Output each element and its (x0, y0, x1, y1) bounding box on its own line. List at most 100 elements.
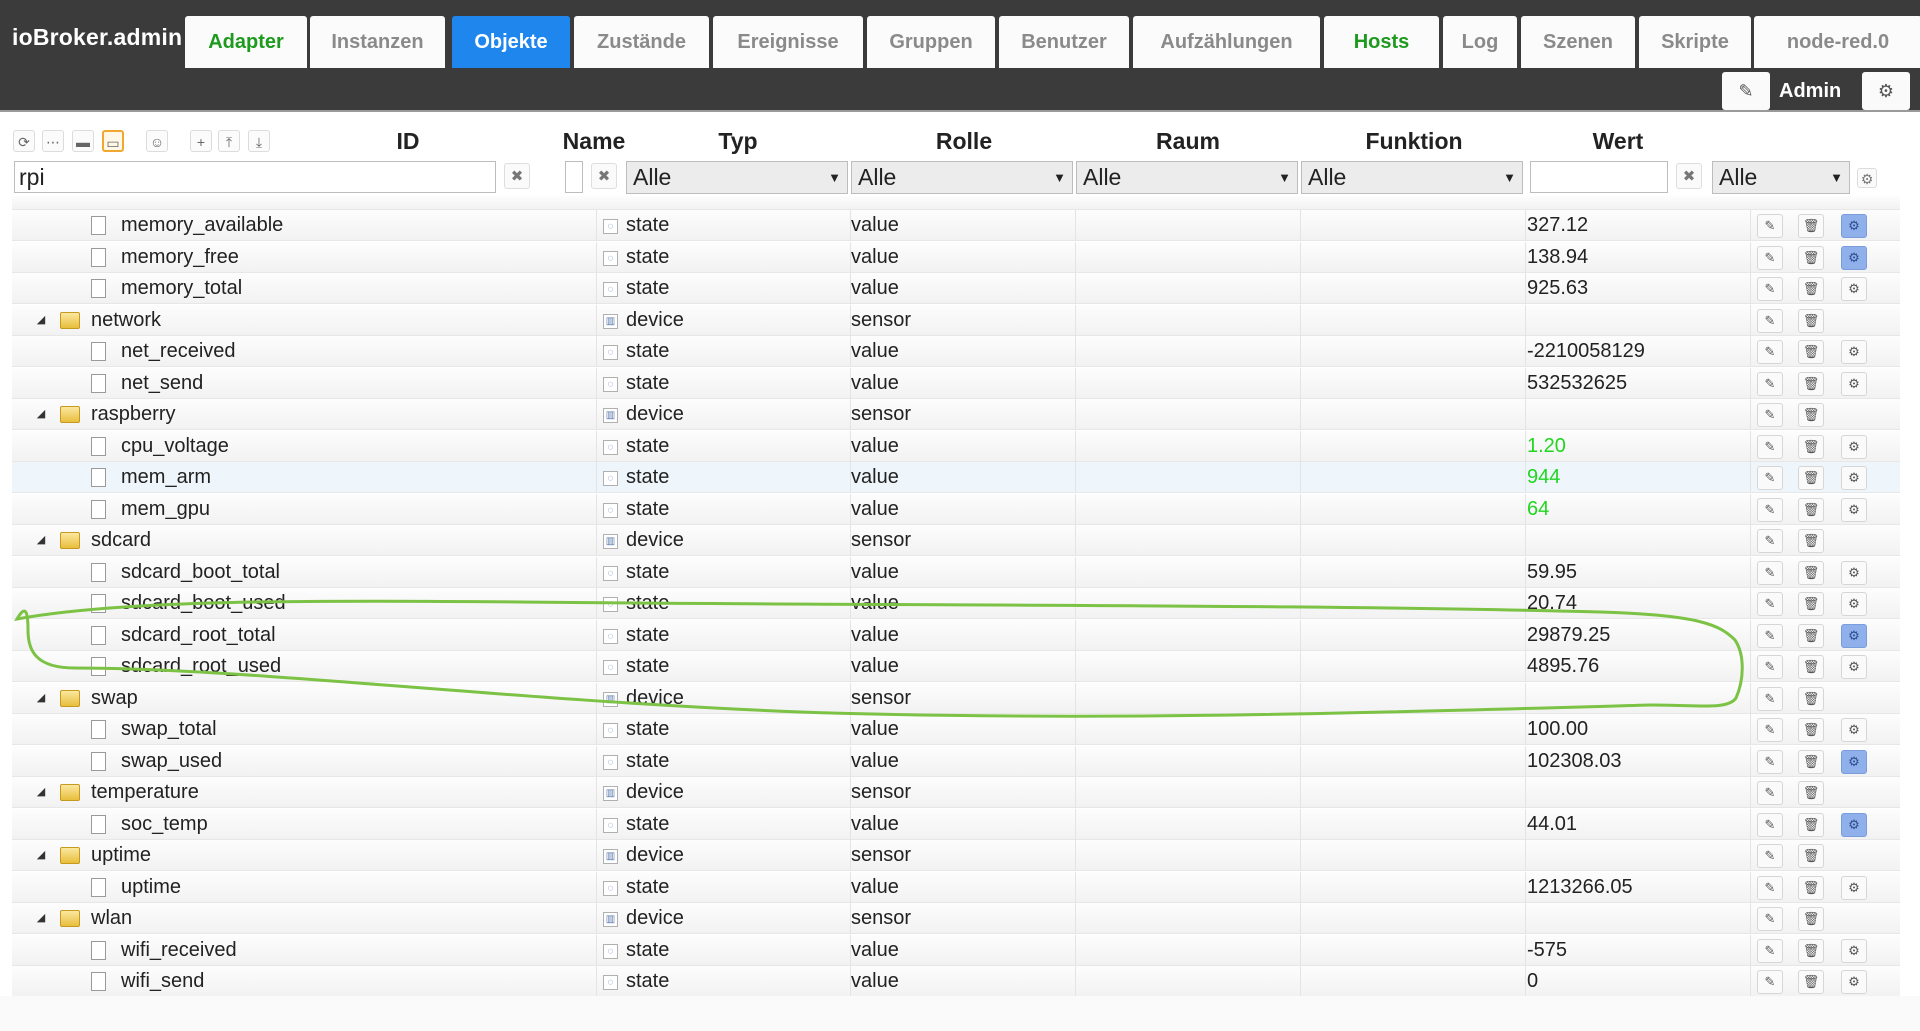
name-filter-input[interactable] (565, 161, 583, 193)
column-header-type[interactable]: Typ (700, 128, 776, 155)
edit-button[interactable]: ✎ (1757, 403, 1783, 427)
object-value[interactable]: 4895.76 (1527, 651, 1599, 682)
tab-aufz-hlungen[interactable]: Aufzählungen (1133, 16, 1320, 68)
instance-settings-button[interactable]: ⚙ (1841, 372, 1867, 396)
tree-state-row[interactable]: mem_gpu ◌ state value 64 ✎ 🗑 ⚙ (12, 494, 1900, 525)
tab-node-red-0[interactable]: node-red.0 (1754, 16, 1920, 68)
collapse-triangle-icon[interactable]: ◢ (34, 399, 48, 430)
instance-settings-button[interactable]: ⚙ (1841, 277, 1867, 301)
tree-state-row[interactable]: wifi_send ◌ state value 0 ✎ 🗑 ⚙ (12, 966, 1900, 997)
delete-button[interactable]: 🗑 (1798, 687, 1824, 711)
edit-button[interactable]: ✎ (1757, 907, 1783, 931)
instance-settings-button[interactable]: ⚙ (1841, 340, 1867, 364)
tree-state-row[interactable]: sdcard_boot_total ◌ state value 59.95 ✎ 🗑 ⚙ (12, 557, 1900, 588)
column-header-value[interactable]: Wert (1588, 128, 1648, 155)
instance-settings-button[interactable]: ⚙ (1841, 970, 1867, 994)
edit-button[interactable]: ✎ (1757, 844, 1783, 868)
tree-state-row[interactable]: sdcard_root_used ◌ state value 4895.76 ✎ 🗑 ⚙ (12, 651, 1900, 682)
tab-log[interactable]: Log (1443, 16, 1517, 68)
collapse-triangle-icon[interactable]: ◢ (34, 903, 48, 934)
column-header-role[interactable]: Rolle (924, 128, 1004, 155)
instance-settings-button[interactable]: ⚙ (1841, 498, 1867, 522)
edit-button[interactable]: ✎ (1757, 435, 1783, 459)
edit-button[interactable]: ✎ (1757, 718, 1783, 742)
object-value[interactable]: 0 (1527, 966, 1538, 997)
edit-button[interactable]: ✎ (1757, 309, 1783, 333)
edit-button[interactable]: ✎ (1757, 340, 1783, 364)
edit-button[interactable]: ✎ (1757, 655, 1783, 679)
delete-button[interactable]: 🗑 (1798, 309, 1824, 333)
tab-adapter[interactable]: Adapter (185, 16, 307, 68)
object-value[interactable]: 20.74 (1527, 588, 1577, 619)
object-value[interactable]: 64 (1527, 494, 1549, 525)
id-filter-input[interactable] (14, 161, 496, 193)
delete-button[interactable]: 🗑 (1798, 813, 1824, 837)
object-value[interactable]: 327.12 (1527, 210, 1588, 241)
edit-button[interactable]: ✎ (1757, 750, 1783, 774)
role-filter-select[interactable]: Alle ▼ (851, 161, 1073, 194)
tab-hosts[interactable]: Hosts (1324, 16, 1439, 68)
object-value[interactable]: -2210058129 (1527, 336, 1645, 367)
column-header-room[interactable]: Raum (1150, 128, 1226, 155)
edit-button[interactable]: ✎ (1757, 687, 1783, 711)
tab-objekte[interactable]: Objekte (452, 16, 570, 68)
delete-button[interactable]: 🗑 (1798, 498, 1824, 522)
tree-folder-row[interactable]: ◢ network ▥ device sensor ✎ 🗑 (12, 305, 1900, 336)
object-value[interactable]: 944 (1527, 462, 1560, 493)
tree-state-row[interactable]: memory_free ◌ state value 138.94 ✎ 🗑 ⚙ (12, 242, 1900, 273)
tab-ereignisse[interactable]: Ereignisse (713, 16, 863, 68)
list-view-icon[interactable]: ⋯ (42, 130, 64, 152)
tree-state-row[interactable]: memory_total ◌ state value 925.63 ✎ 🗑 ⚙ (12, 273, 1900, 304)
tree-folder-row[interactable]: ◢ raspberry ▥ device sensor ✎ 🗑 (12, 399, 1900, 430)
settings-button[interactable]: ⚙ (1862, 72, 1910, 110)
delete-button[interactable]: 🗑 (1798, 750, 1824, 774)
edit-user-button[interactable]: ✎ (1722, 72, 1770, 110)
instance-settings-button[interactable]: ⚙ (1841, 813, 1867, 837)
function-filter-select[interactable]: Alle ▼ (1301, 161, 1523, 194)
tab-gruppen[interactable]: Gruppen (867, 16, 995, 68)
tree-folder-row[interactable]: ◢ wlan ▥ device sensor ✎ 🗑 (12, 903, 1900, 934)
tree-state-row[interactable]: mem_arm ◌ state value 944 ✎ 🗑 ⚙ (12, 462, 1900, 493)
edit-button[interactable]: ✎ (1757, 813, 1783, 837)
column-header-name[interactable]: Name (556, 128, 632, 155)
tree-state-row[interactable]: net_send ◌ state value 532532625 ✎ 🗑 ⚙ (12, 368, 1900, 399)
delete-button[interactable]: 🗑 (1798, 844, 1824, 868)
edit-button[interactable]: ✎ (1757, 246, 1783, 270)
tree-folder-row[interactable]: ◢ uptime ▥ device sensor ✎ 🗑 (12, 840, 1900, 871)
tab-skripte[interactable]: Skripte (1639, 16, 1751, 68)
delete-button[interactable]: 🗑 (1798, 592, 1824, 616)
instance-settings-button[interactable]: ⚙ (1841, 750, 1867, 774)
instance-settings-button[interactable]: ⚙ (1841, 939, 1867, 963)
value-filter-input[interactable] (1530, 161, 1668, 193)
delete-button[interactable]: 🗑 (1798, 624, 1824, 648)
delete-button[interactable]: 🗑 (1798, 340, 1824, 364)
delete-button[interactable]: 🗑 (1798, 372, 1824, 396)
collapse-triangle-icon[interactable]: ◢ (34, 683, 48, 714)
edit-button[interactable]: ✎ (1757, 277, 1783, 301)
instance-settings-button[interactable]: ⚙ (1841, 624, 1867, 648)
object-value[interactable]: 100.00 (1527, 714, 1588, 745)
delete-button[interactable]: 🗑 (1798, 214, 1824, 238)
edit-button[interactable]: ✎ (1757, 970, 1783, 994)
delete-button[interactable]: 🗑 (1798, 876, 1824, 900)
collapse-triangle-icon[interactable]: ◢ (34, 525, 48, 556)
edit-button[interactable]: ✎ (1757, 466, 1783, 490)
tab-benutzer[interactable]: Benutzer (999, 16, 1129, 68)
delete-button[interactable]: 🗑 (1798, 718, 1824, 742)
tree-state-row[interactable]: memory_available ◌ state value 327.12 ✎ 🗑 ⚙ (12, 210, 1900, 241)
instance-settings-button[interactable]: ⚙ (1841, 435, 1867, 459)
object-value[interactable]: 925.63 (1527, 273, 1588, 304)
tree-state-row[interactable]: soc_temp ◌ state value 44.01 ✎ 🗑 ⚙ (12, 809, 1900, 840)
edit-button[interactable]: ✎ (1757, 529, 1783, 553)
type-filter-select[interactable]: Alle ▼ (626, 161, 848, 194)
clear-name-filter-button[interactable]: ✖ (591, 163, 617, 189)
tab-szenen[interactable]: Szenen (1521, 16, 1635, 68)
instance-settings-button[interactable]: ⚙ (1841, 876, 1867, 900)
tree-folder-row[interactable]: ◢ temperature ▥ device sensor ✎ 🗑 (12, 777, 1900, 808)
column-header-function[interactable]: Funktion (1360, 128, 1468, 155)
clear-id-filter-button[interactable]: ✖ (504, 163, 530, 189)
delete-button[interactable]: 🗑 (1798, 907, 1824, 931)
delete-button[interactable]: 🗑 (1798, 529, 1824, 553)
edit-button[interactable]: ✎ (1757, 781, 1783, 805)
tree-state-row[interactable]: uptime ◌ state value 1213266.05 ✎ 🗑 ⚙ (12, 872, 1900, 903)
